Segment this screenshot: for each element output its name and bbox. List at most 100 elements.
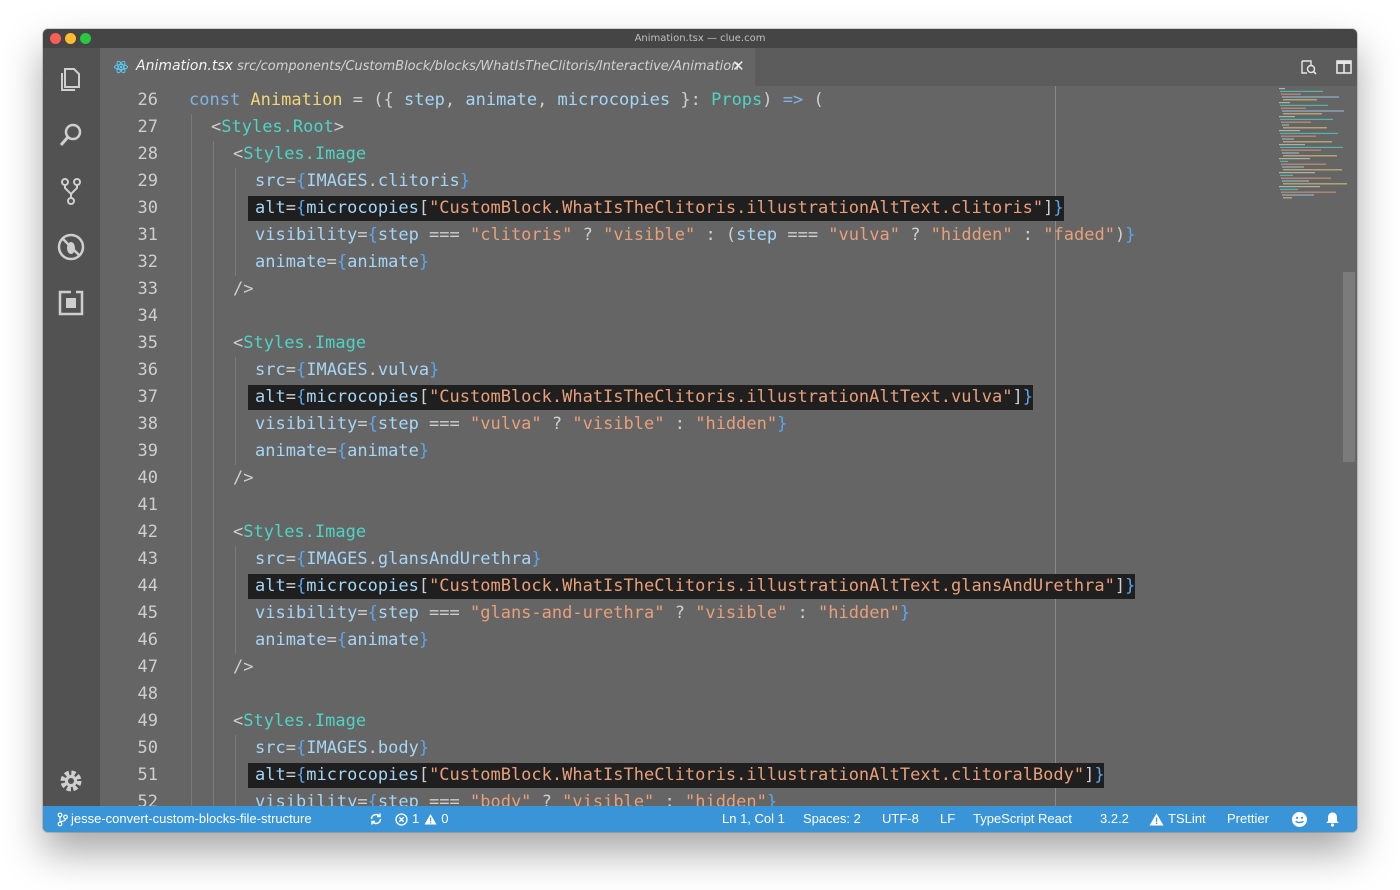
line-number: 43 <box>137 549 158 569</box>
code-token: "faded" <box>1043 225 1115 245</box>
code-line[interactable]: 28 <Styles.Image <box>100 141 1357 168</box>
code-line[interactable]: 42 <Styles.Image <box>100 519 1357 546</box>
encoding-status[interactable]: UTF-8 <box>882 806 919 832</box>
code-text: src={IMAGES.body} <box>255 735 429 762</box>
tslint-status[interactable]: TSLint <box>1149 806 1206 832</box>
code-token: { <box>367 414 378 434</box>
code-line[interactable]: 37 alt={microcopies["CustomBlock.WhatIsTh… <box>100 384 1357 411</box>
open-changes-icon[interactable] <box>1298 57 1318 77</box>
code-line[interactable]: 44 alt={microcopies["CustomBlock.WhatIsTh… <box>100 573 1357 600</box>
code-token: < <box>233 522 244 542</box>
close-window-button[interactable] <box>50 33 61 44</box>
code-token: . <box>367 360 378 380</box>
code-text: visibility={step === "body" ? "visible" … <box>255 789 777 806</box>
indent-guide <box>191 627 192 654</box>
code-token: ] <box>1114 576 1126 596</box>
search-icon[interactable] <box>54 118 88 152</box>
code-editor[interactable]: 26 const Animation = ({ step, animate, mi… <box>100 86 1357 806</box>
code-token: { <box>295 360 307 380</box>
cursor-position[interactable]: Ln 1, Col 1 <box>722 806 785 832</box>
zoom-window-button[interactable] <box>80 33 91 44</box>
code-line[interactable]: 40 /> <box>100 465 1357 492</box>
bell-icon[interactable] <box>1325 806 1340 832</box>
explorer-icon[interactable] <box>54 62 88 96</box>
split-editor-icon[interactable] <box>1334 57 1354 77</box>
code-line[interactable]: 26 const Animation = ({ step, animate, mi… <box>100 87 1357 114</box>
minimize-window-button[interactable] <box>65 33 76 44</box>
indent-guide <box>235 600 236 627</box>
code-line[interactable]: 50 src={IMAGES.body} <box>100 735 1357 762</box>
code-line[interactable]: 27 <Styles.Root> <box>100 114 1357 141</box>
code-token: < <box>233 333 244 353</box>
code-line[interactable]: 45 visibility={step === "glans-and-urethr… <box>100 600 1357 627</box>
code-line[interactable]: 31 visibility={step === "clitoris" ? "vis… <box>100 222 1357 249</box>
line-number: 35 <box>137 333 158 353</box>
code-line[interactable]: 52 visibility={step === "body" ? "visible… <box>100 789 1357 806</box>
code-line[interactable]: 48 <box>100 681 1357 708</box>
indent-guide <box>213 303 214 330</box>
code-line[interactable]: 30 alt={microcopies["CustomBlock.WhatIsTh… <box>100 195 1357 222</box>
code-token: { <box>367 792 378 806</box>
indent-guide <box>213 438 214 465</box>
code-token: ] <box>1012 387 1023 407</box>
code-line[interactable]: 29 src={IMAGES.clitoris} <box>100 168 1357 195</box>
error-count: 1 <box>412 811 420 826</box>
smiley-feedback-icon[interactable] <box>1291 806 1308 832</box>
code-token: = <box>285 360 296 380</box>
close-icon[interactable]: ✕ <box>732 57 745 75</box>
code-token: src <box>255 738 286 758</box>
code-line[interactable]: 33 /> <box>100 276 1357 303</box>
tab-animation-tsx[interactable]: Animation.tsx src/components/CustomBlock… <box>100 48 755 86</box>
code-token: = <box>326 630 337 650</box>
code-line[interactable]: 36 src={IMAGES.vulva} <box>100 357 1357 384</box>
code-line[interactable]: 49 <Styles.Image <box>100 708 1357 735</box>
line-number: 47 <box>137 657 158 677</box>
code-token: } <box>429 360 440 380</box>
code-token: visibility <box>255 792 358 806</box>
code-token: [ <box>418 387 430 407</box>
code-text: visibility={step === "clitoris" ? "visib… <box>255 222 1135 249</box>
code-token: = <box>357 225 368 245</box>
code-line[interactable]: 39 animate={animate} <box>100 438 1357 465</box>
code-token: clitoris <box>377 171 460 191</box>
code-token: === <box>418 414 470 434</box>
branch-status[interactable]: jesse-convert-custom-blocks-file-structu… <box>57 806 312 832</box>
code-line[interactable]: 38 visibility={step === "vulva" ? "visibl… <box>100 411 1357 438</box>
code-token: "hidden" <box>818 603 900 623</box>
code-token: Animation <box>250 90 343 110</box>
code-line[interactable]: 43 src={IMAGES.glansAndUrethra} <box>100 546 1357 573</box>
sync-icon[interactable] <box>369 806 383 832</box>
language-mode[interactable]: TypeScript React <box>973 806 1072 832</box>
debug-icon[interactable] <box>54 230 88 264</box>
source-control-icon[interactable] <box>54 174 88 208</box>
line-number: 48 <box>137 684 158 704</box>
code-line[interactable]: 32 animate={animate} <box>100 249 1357 276</box>
code-token: IMAGES <box>306 360 368 380</box>
code-token: => <box>782 90 804 110</box>
code-token: < <box>233 711 244 731</box>
code-line[interactable]: 51 alt={microcopies["CustomBlock.WhatIsTh… <box>100 762 1357 789</box>
code-line[interactable]: 47 /> <box>100 654 1357 681</box>
code-token: src <box>255 549 286 569</box>
extensions-icon[interactable] <box>54 286 88 320</box>
problems-status[interactable]: 1 0 <box>395 806 448 832</box>
code-token: "glans-and-urethra" <box>470 603 665 623</box>
eol-status[interactable]: LF <box>940 806 955 832</box>
indent-guide <box>235 249 236 276</box>
indent-guide <box>213 762 214 789</box>
code-text: <Styles.Image <box>233 519 366 546</box>
indent-guide <box>191 357 192 384</box>
prettier-status[interactable]: Prettier <box>1227 806 1269 832</box>
line-number: 37 <box>137 387 158 407</box>
code-line[interactable]: 35 <Styles.Image <box>100 330 1357 357</box>
error-icon <box>395 812 408 826</box>
gear-icon[interactable] <box>54 764 88 798</box>
code-token: } <box>1053 198 1064 218</box>
code-line[interactable]: 34 <box>100 303 1357 330</box>
code-token: Props <box>711 90 763 110</box>
code-line[interactable]: 41 <box>100 492 1357 519</box>
typescript-version[interactable]: 3.2.2 <box>1100 806 1129 832</box>
code-token: const <box>189 90 251 110</box>
code-line[interactable]: 46 animate={animate} <box>100 627 1357 654</box>
indentation-status[interactable]: Spaces: 2 <box>803 806 861 832</box>
